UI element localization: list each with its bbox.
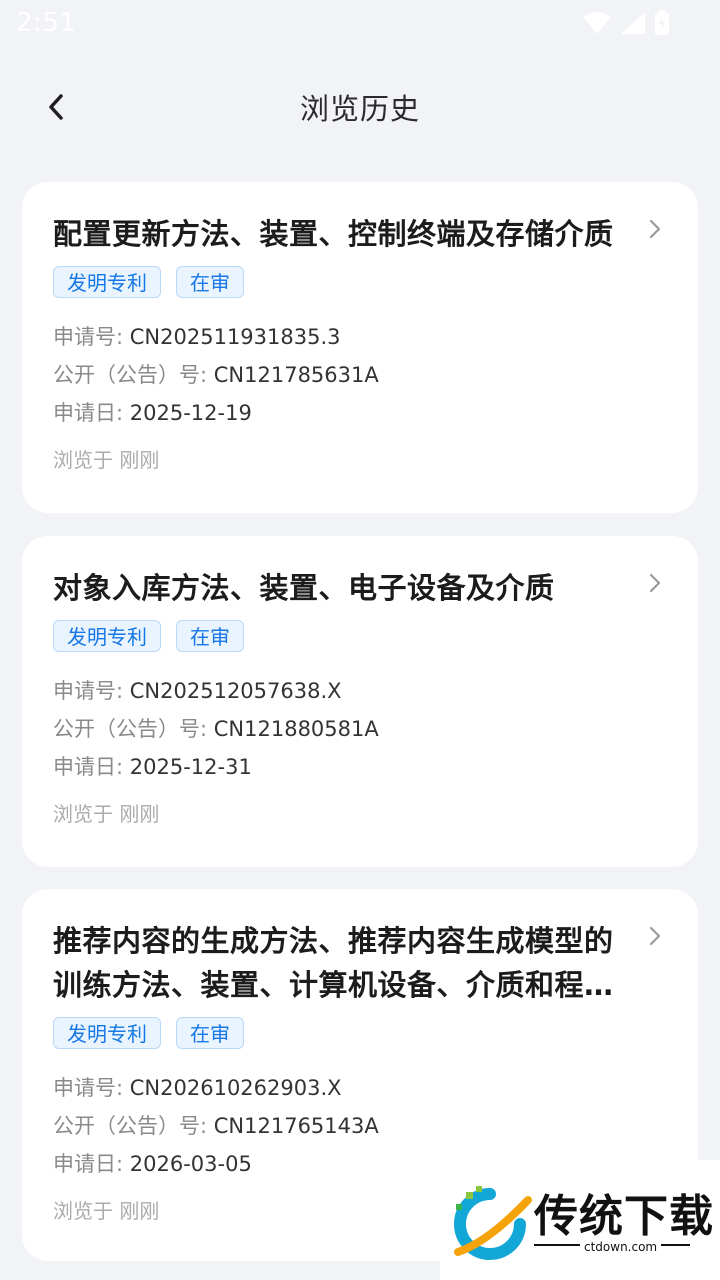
application-number: CN202511931835.3 [129, 325, 341, 349]
page-title: 浏览历史 [299, 92, 420, 126]
tag-group: 发明专利 在审 [53, 1017, 618, 1049]
patent-title: 推荐内容的生成方法、推荐内容生成模型的训练方法、装置、计算机设备、介质和程序产品 [53, 924, 614, 1002]
application-date: 2026-03-05 [129, 1152, 252, 1176]
application-number-row: 申请号: CN202610262903.X [53, 1069, 618, 1107]
patent-card[interactable]: 配置更新方法、装置、控制终端及存储介质 发明专利 在审 申请号: CN20251… [22, 182, 698, 513]
meta-label: 申请号: [53, 1076, 130, 1100]
viewed-time: 浏览于 刚刚 [53, 802, 160, 826]
watermark-logo: 传统下载 ctdown.com [440, 1160, 720, 1280]
publication-number-row: 公开（公告）号: CN121880581A [53, 710, 618, 748]
status-badge: 在审 [176, 620, 244, 652]
patent-type-badge: 发明专利 [53, 620, 161, 652]
patent-type-badge: 发明专利 [53, 1017, 161, 1049]
publication-number-row: 公开（公告）号: CN121765143A [53, 1107, 618, 1145]
watermark-url: ctdown.com [580, 1240, 662, 1254]
patent-type-badge: 发明专利 [53, 266, 161, 298]
application-number-row: 申请号: CN202512057638.X [53, 672, 618, 710]
status-badge: 在审 [176, 266, 244, 298]
chevron-right-icon [649, 926, 661, 946]
meta-label: 公开（公告）号: [53, 1114, 214, 1138]
application-date-row: 申请日: 2025-12-19 [53, 394, 618, 432]
watermark-name: 传统下载 [534, 1191, 714, 1242]
meta-label: 申请日: [53, 401, 130, 425]
publication-number: CN121785631A [213, 363, 379, 387]
chevron-right-icon [649, 573, 661, 593]
tag-group: 发明专利 在审 [53, 620, 618, 652]
meta-label: 公开（公告）号: [53, 717, 214, 741]
publication-number-row: 公开（公告）号: CN121785631A [53, 356, 618, 394]
wifi-icon [583, 12, 611, 34]
viewed-time: 浏览于 刚刚 [53, 448, 160, 472]
meta-label: 申请号: [53, 679, 130, 703]
patent-meta: 申请号: CN202511931835.3 公开（公告）号: CN1217856… [53, 318, 618, 432]
patent-title: 对象入库方法、装置、电子设备及介质 [53, 571, 555, 605]
patent-meta: 申请号: CN202512057638.X 公开（公告）号: CN1218805… [53, 672, 618, 786]
application-number: CN202610262903.X [129, 1076, 342, 1100]
meta-label: 申请日: [53, 755, 130, 779]
publication-number: CN121765143A [213, 1114, 379, 1138]
application-date-row: 申请日: 2025-12-31 [53, 748, 618, 786]
patent-card[interactable]: 对象入库方法、装置、电子设备及介质 发明专利 在审 申请号: CN2025120… [22, 536, 698, 867]
signal-icon [621, 12, 645, 34]
application-date: 2025-12-19 [129, 401, 252, 425]
meta-label: 申请日: [53, 1152, 130, 1176]
status-badge: 在审 [176, 1017, 244, 1049]
site-logo-icon [454, 1186, 532, 1260]
tag-group: 发明专利 在审 [53, 266, 618, 298]
application-date: 2025-12-31 [129, 755, 252, 779]
patent-title: 配置更新方法、装置、控制终端及存储介质 [53, 217, 614, 251]
publication-number: CN121880581A [213, 717, 379, 741]
status-icons [582, 10, 670, 36]
app-header: 浏览历史 [0, 62, 720, 152]
meta-label: 申请号: [53, 325, 130, 349]
meta-label: 公开（公告）号: [53, 363, 214, 387]
status-bar: 2:51 [0, 0, 720, 50]
status-time: 2:51 [16, 8, 77, 38]
application-number-row: 申请号: CN202511931835.3 [53, 318, 618, 356]
application-number: CN202512057638.X [129, 679, 342, 703]
chevron-right-icon [649, 219, 661, 239]
battery-icon [655, 10, 669, 35]
